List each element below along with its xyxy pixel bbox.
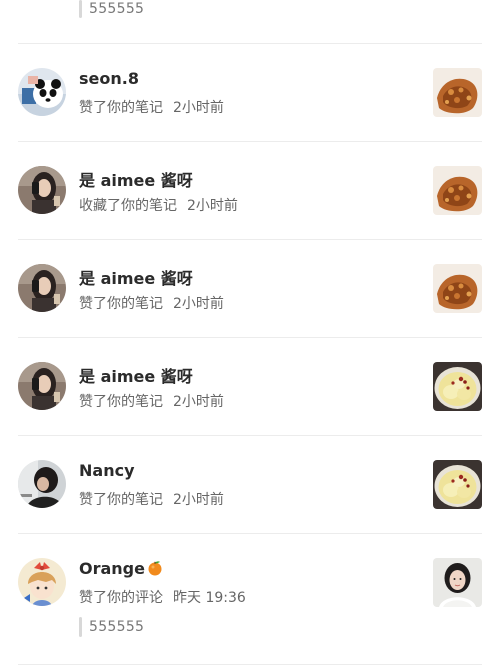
activity-meta: 赞了你的评论 昨天 19:36 — [79, 587, 246, 607]
timestamp: 昨天 19:36 — [173, 590, 246, 606]
timestamp: 2小时前 — [173, 492, 224, 508]
user-name[interactable]: 是 aimee 酱呀 — [79, 265, 193, 289]
user-name[interactable]: seon.8 — [79, 69, 139, 88]
notification-row[interactable]: Orange 赞了你的评论 昨天 19:36 555555 — [0, 534, 500, 667]
activity-meta: 收藏了你的笔记 2小时前 — [79, 195, 238, 215]
activity-meta: 赞了你的笔记 2小时前 — [79, 489, 224, 509]
notification-row[interactable]: seon.8 赞了你的笔记 2小时前 — [0, 44, 500, 142]
dark-portrait-avatar-icon[interactable] — [18, 460, 66, 508]
timestamp: 2小时前 — [173, 296, 224, 312]
notification-row[interactable]: 是 aimee 酱呀 收藏了你的笔记 2小时前 — [0, 142, 500, 240]
action-text: 赞了你的笔记 — [79, 100, 163, 116]
user-name[interactable]: Nancy — [79, 461, 135, 480]
activity-meta: 赞了你的笔记 2小时前 — [79, 391, 224, 411]
user-name[interactable]: Orange — [79, 559, 163, 578]
action-text: 赞了你的笔记 — [79, 394, 163, 410]
pear-soup-thumbnail-icon[interactable] — [433, 362, 482, 411]
girl-selfie-avatar-icon[interactable] — [18, 264, 66, 312]
quote-text: 555555 — [89, 619, 145, 635]
action-text: 赞了你的评论 — [79, 590, 163, 606]
divider — [18, 664, 482, 665]
fried-chicken-thumbnail-icon[interactable] — [433, 264, 482, 313]
portrait-thumbnail-icon[interactable] — [433, 558, 482, 607]
activity-meta: 赞了你的笔记 2小时前 — [79, 293, 224, 313]
quote-bar — [79, 0, 82, 18]
user-name-text: Orange — [79, 559, 145, 578]
action-text: 赞了你的笔记 — [79, 296, 163, 312]
timestamp: 2小时前 — [173, 394, 224, 410]
girl-selfie-avatar-icon[interactable] — [18, 166, 66, 214]
user-name[interactable]: 是 aimee 酱呀 — [79, 167, 193, 191]
user-name[interactable]: 是 aimee 酱呀 — [79, 363, 193, 387]
pear-soup-thumbnail-icon[interactable] — [433, 460, 482, 509]
action-text: 赞了你的笔记 — [79, 492, 163, 508]
timestamp: 2小时前 — [173, 100, 224, 116]
timestamp: 2小时前 — [187, 198, 238, 214]
notification-row[interactable]: 是 aimee 酱呀 赞了你的笔记 2小时前 — [0, 240, 500, 338]
fried-chicken-thumbnail-icon[interactable] — [433, 166, 482, 215]
notification-row[interactable]: 是 aimee 酱呀 赞了你的笔记 2小时前 — [0, 338, 500, 436]
cartoon-girl-avatar-icon[interactable] — [18, 558, 66, 606]
activity-meta: 赞了你的笔记 2小时前 — [79, 97, 224, 117]
girl-selfie-avatar-icon[interactable] — [18, 362, 66, 410]
orange-emoji-icon — [148, 561, 162, 576]
comment-quote[interactable]: 555555 — [79, 617, 144, 637]
panda-avatar-icon[interactable] — [18, 68, 66, 116]
notification-screen: 555555 seon.8 赞了你的笔记 2小时前 是 aimee 酱呀 收藏了… — [0, 0, 500, 667]
fried-chicken-thumbnail-icon[interactable] — [433, 68, 482, 117]
notification-row[interactable]: Nancy 赞了你的笔记 2小时前 — [0, 436, 500, 534]
quote-text: 555555 — [89, 1, 145, 17]
comment-quote: 555555 — [79, 0, 144, 18]
action-text: 收藏了你的笔记 — [79, 198, 177, 214]
quote-bar — [79, 617, 82, 637]
